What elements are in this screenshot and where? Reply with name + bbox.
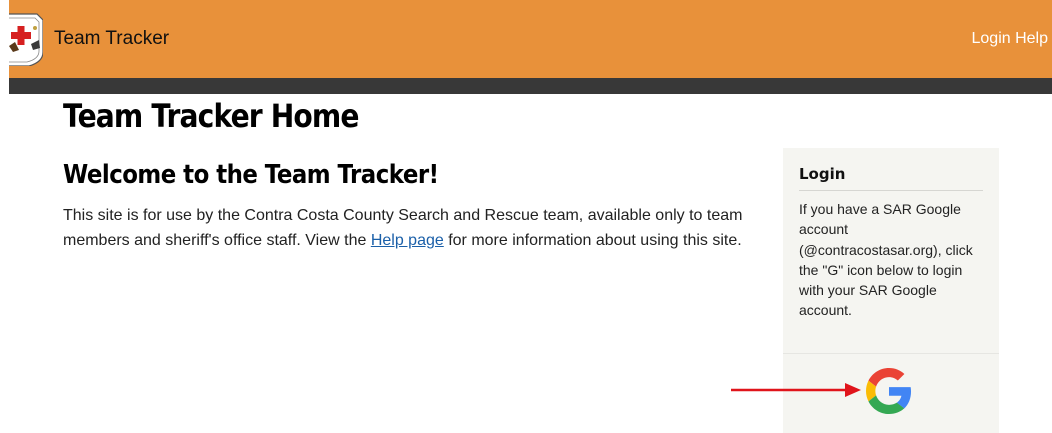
top-navbar: Team Tracker Login Help xyxy=(9,0,1052,78)
page: Team Tracker Login Help Team Tracker Hom… xyxy=(0,0,1052,433)
dark-strip xyxy=(9,78,1052,94)
login-heading: Login xyxy=(799,164,983,191)
page-title: Team Tracker Home xyxy=(63,97,359,135)
login-divider xyxy=(783,353,999,354)
red-arrow-right-icon xyxy=(731,383,861,397)
intro-text-end: for more information about using this si… xyxy=(443,232,742,249)
intro-paragraph: This site is for use by the Contra Costa… xyxy=(63,203,753,253)
login-help-link[interactable]: Login Help xyxy=(972,28,1049,50)
help-page-link[interactable]: Help page xyxy=(371,232,444,249)
brand-link[interactable]: Team Tracker xyxy=(54,27,169,51)
google-g-icon[interactable] xyxy=(866,368,912,414)
welcome-heading: Welcome to the Team Tracker! xyxy=(63,160,439,190)
google-login-button[interactable] xyxy=(866,368,912,414)
sar-badge-logo[interactable] xyxy=(9,8,43,66)
login-instructions: If you have a SAR Google account (@contr… xyxy=(799,201,973,319)
